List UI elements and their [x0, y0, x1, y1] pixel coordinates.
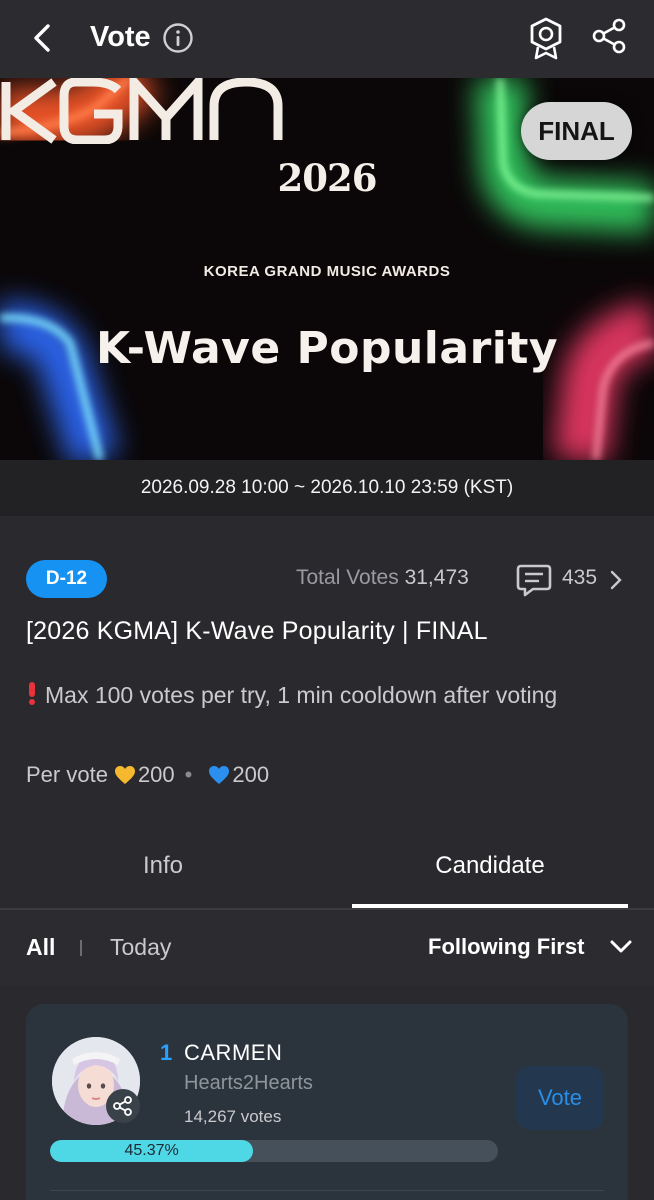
- banner-category: K-Wave Popularity: [95, 323, 559, 374]
- candidate-group: Hearts2Hearts: [184, 1072, 313, 1094]
- vote-progress-bar: 45.37%: [50, 1140, 498, 1162]
- filter-today[interactable]: Today: [110, 934, 171, 961]
- top-bar: Vote: [0, 0, 654, 78]
- chevron-right-icon[interactable]: [609, 569, 623, 591]
- chevron-down-icon[interactable]: [608, 937, 634, 957]
- total-votes: Total Votes 31,473: [296, 566, 469, 590]
- blue-cost: 200: [232, 762, 270, 787]
- vote-button[interactable]: Vote: [516, 1066, 604, 1130]
- per-vote-label: Per vote: [26, 762, 108, 787]
- total-votes-label: Total Votes: [296, 566, 399, 589]
- share-icon[interactable]: [590, 17, 628, 55]
- candidate-card[interactable]: 1 CARMEN Hearts2Hearts 14,267 votes Vote…: [26, 1004, 628, 1200]
- filter-all[interactable]: All: [26, 934, 55, 961]
- candidate-name: CARMEN: [184, 1040, 283, 1065]
- vote-title: [2026 KGMA] K-Wave Popularity | FINAL: [26, 617, 488, 645]
- card-divider: [50, 1190, 604, 1191]
- exclamation-icon: [29, 682, 35, 705]
- vote-notice: Max 100 votes per try, 1 min cooldown af…: [45, 682, 558, 708]
- separator-dot: •: [184, 762, 193, 787]
- total-votes-value: 31,473: [404, 566, 469, 589]
- filter-bar: All Today Following First: [0, 910, 654, 986]
- final-badge: FINAL: [521, 102, 632, 160]
- blue-heart-icon: [209, 766, 230, 784]
- filter-separator: [80, 940, 82, 956]
- banner-year: 2026: [277, 156, 378, 200]
- sort-dropdown[interactable]: Following First: [428, 934, 584, 960]
- comment-icon[interactable]: [515, 562, 553, 598]
- tab-candidate[interactable]: Candidate: [415, 852, 565, 880]
- candidate-share-button[interactable]: [106, 1089, 140, 1123]
- candidate-votes: 14,267 votes: [184, 1107, 282, 1126]
- info-icon[interactable]: [162, 22, 194, 54]
- page-title: Vote: [90, 21, 151, 53]
- vote-progress-fill: 45.37%: [50, 1140, 254, 1162]
- per-vote-cost: Per vote 200 • 200: [26, 762, 269, 788]
- gold-heart-icon: [114, 766, 135, 784]
- award-badge-icon[interactable]: [527, 16, 565, 60]
- event-banner: FINAL 2026 KOREA GRAND MUSIC AWARDS K-Wa…: [0, 78, 654, 460]
- candidate-rank: 1: [160, 1040, 173, 1065]
- kgma-logo: [1, 78, 283, 144]
- gold-cost: 200: [137, 762, 175, 787]
- comment-count[interactable]: 435: [562, 566, 597, 590]
- vote-period: 2026.09.28 10:00 ~ 2026.10.10 23:59 (KST…: [0, 460, 654, 516]
- dday-badge: D-12: [26, 560, 107, 598]
- banner-subtitle: KOREA GRAND MUSIC AWARDS: [203, 263, 451, 280]
- back-arrow-icon[interactable]: [26, 18, 58, 58]
- tab-info[interactable]: Info: [88, 852, 238, 880]
- share-icon: [113, 1096, 132, 1116]
